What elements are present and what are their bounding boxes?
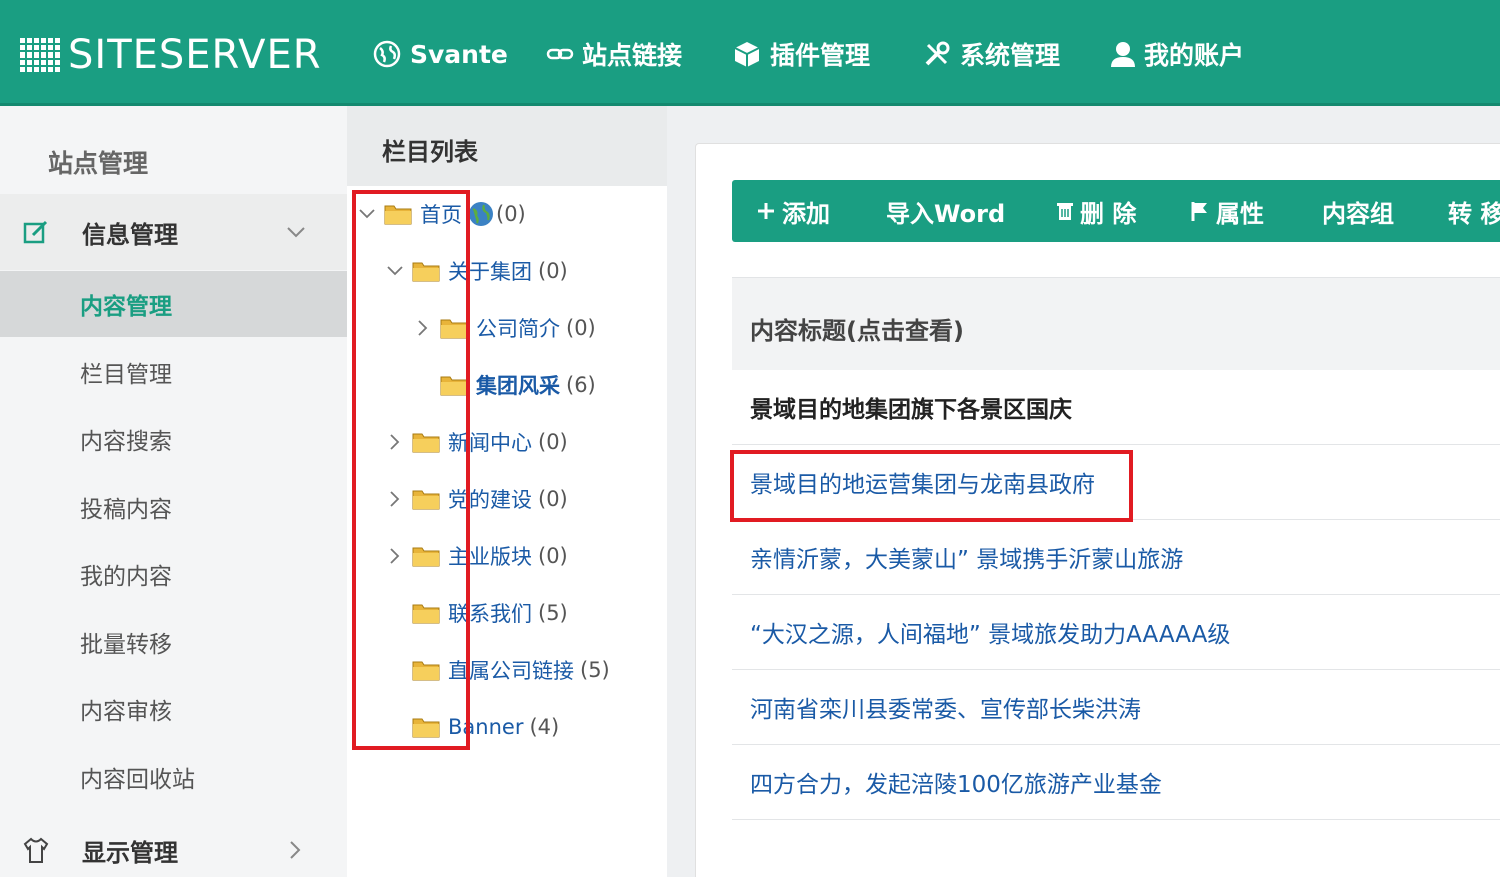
transfer-button-label: 转 移 bbox=[1448, 199, 1500, 228]
highlight-box-row bbox=[730, 450, 1133, 522]
sidebar-item-label: 内容管理 bbox=[80, 294, 172, 320]
site-logo[interactable]: SITESERVER bbox=[20, 30, 322, 80]
table-row[interactable]: 亲情沂蒙，大美蒙山” 景域携手沂蒙山旅游 bbox=[732, 520, 1500, 595]
nav-label: 插件管理 bbox=[770, 41, 871, 70]
tree-node-count: (0) bbox=[566, 316, 596, 340]
chevron-right-icon bbox=[290, 841, 301, 859]
sidebar-item-batch-transfer[interactable]: 批量转移 bbox=[0, 609, 347, 675]
transfer-button[interactable]: 转 移 bbox=[1448, 180, 1500, 242]
top-navbar: SITESERVER Svante 站点链接 插件管理 系统管理 我的账户 bbox=[0, 0, 1500, 106]
chevron-down-icon bbox=[287, 227, 305, 238]
table-header: 内容标题(点击查看) bbox=[732, 277, 1500, 370]
user-icon bbox=[1111, 42, 1135, 67]
sidebar-item-submissions[interactable]: 投稿内容 bbox=[0, 474, 347, 540]
nav-site-links[interactable]: 站点链接 bbox=[546, 34, 682, 74]
import-word-label: 导入Word bbox=[886, 199, 1006, 228]
tree-node-count: (4) bbox=[529, 715, 560, 739]
delete-button-label: 删 除 bbox=[1080, 199, 1137, 228]
content-group-button[interactable]: 内容组 bbox=[1322, 180, 1394, 242]
flag-icon bbox=[1191, 202, 1207, 221]
content-title-link[interactable]: 四方合力，发起涪陵100亿旅游产业基金 bbox=[750, 765, 1162, 799]
tree-panel-header: 栏目列表 bbox=[347, 106, 667, 186]
tree-node-count: (5) bbox=[580, 658, 610, 682]
nav-label: 站点链接 bbox=[582, 41, 683, 70]
tree-node-count: (0) bbox=[496, 202, 526, 226]
sidebar-item-my-content[interactable]: 我的内容 bbox=[0, 541, 347, 607]
properties-button[interactable]: 属性 bbox=[1190, 180, 1264, 242]
sidebar-item-label: 投稿内容 bbox=[80, 497, 172, 523]
sidebar-item-label: 内容搜索 bbox=[80, 429, 172, 455]
nav-site-svante[interactable]: Svante bbox=[372, 34, 508, 74]
tree-panel-title: 栏目列表 bbox=[382, 138, 478, 166]
sidebar-item-label: 内容回收站 bbox=[80, 767, 195, 793]
content-title-link[interactable]: 景域目的地集团旗下各景区国庆 bbox=[750, 390, 1072, 424]
cube-icon bbox=[734, 42, 760, 67]
tree-node-count: (0) bbox=[538, 544, 568, 568]
sidebar-title: 站点管理 bbox=[48, 149, 149, 178]
nav-label: 我的账户 bbox=[1144, 41, 1245, 70]
tree-node-count: (0) bbox=[538, 259, 568, 283]
tools-icon bbox=[925, 41, 950, 66]
nav-plugin-management[interactable]: 插件管理 bbox=[732, 34, 870, 74]
nav-label: 系统管理 bbox=[960, 41, 1061, 70]
globe-icon bbox=[373, 40, 401, 68]
tree-node-label: 公司简介 bbox=[476, 317, 560, 341]
tree-node-count: (6) bbox=[566, 373, 596, 397]
link-icon bbox=[546, 48, 574, 60]
properties-button-label: 属性 bbox=[1216, 199, 1264, 228]
tree-node-count: (0) bbox=[538, 430, 568, 454]
left-sidebar: 站点管理 信息管理 内容管理 栏目管理 内容搜索 投稿内容 我的内容 批量转移 … bbox=[0, 106, 347, 877]
plus-icon bbox=[758, 203, 774, 219]
nav-label: Svante bbox=[410, 39, 508, 69]
content-title-link[interactable]: 亲情沂蒙，大美蒙山” 景域携手沂蒙山旅游 bbox=[750, 540, 1183, 574]
content-title-link[interactable]: 河南省栾川县委常委、宣传部长柴洪涛 bbox=[750, 690, 1141, 724]
sidebar-item-label: 批量转移 bbox=[80, 632, 172, 658]
tree-node-count: (5) bbox=[538, 601, 568, 625]
sidebar-item-content-review[interactable]: 内容审核 bbox=[0, 676, 347, 742]
logo-grid-icon bbox=[20, 38, 60, 72]
delete-button[interactable]: 删 除 bbox=[1056, 180, 1136, 242]
sidebar-group-label: 信息管理 bbox=[82, 220, 178, 249]
import-word-button[interactable]: 导入Word bbox=[886, 180, 1005, 242]
sidebar-item-recycle-bin[interactable]: 内容回收站 bbox=[0, 744, 347, 810]
add-button-label: 添加 bbox=[782, 199, 830, 228]
sidebar-item-label: 内容审核 bbox=[80, 699, 172, 725]
sidebar-group-label: 显示管理 bbox=[82, 838, 178, 867]
tshirt-icon bbox=[23, 837, 49, 863]
add-button[interactable]: 添加 bbox=[756, 180, 830, 242]
globe-icon bbox=[469, 202, 493, 226]
table-row[interactable]: 河南省栾川县委常委、宣传部长柴洪涛 bbox=[732, 670, 1500, 745]
table-header-title: 内容标题(点击查看) bbox=[750, 317, 964, 345]
sidebar-item-content-management[interactable]: 内容管理 bbox=[0, 271, 347, 337]
sidebar-item-label: 栏目管理 bbox=[80, 362, 172, 388]
table-row[interactable]: “大汉之源，人间福地” 景域旅发助力AAAAA级 bbox=[732, 595, 1500, 670]
nav-my-account[interactable]: 我的账户 bbox=[1110, 34, 1244, 74]
content-group-label: 内容组 bbox=[1322, 199, 1394, 228]
sidebar-item-label: 我的内容 bbox=[80, 564, 172, 590]
nav-system-management[interactable]: 系统管理 bbox=[922, 34, 1060, 74]
sidebar-item-column-management[interactable]: 栏目管理 bbox=[0, 339, 347, 405]
trash-icon bbox=[1057, 203, 1073, 220]
tree-node-count: (0) bbox=[538, 487, 568, 511]
logo-text: SITESERVER bbox=[68, 32, 322, 78]
sidebar-item-content-search[interactable]: 内容搜索 bbox=[0, 406, 347, 472]
content-toolbar: 添加 导入Word 删 除 属性 内容组 转 移 bbox=[732, 180, 1500, 242]
tree-node-label: 集团风采 bbox=[476, 374, 560, 398]
table-row[interactable]: 四方合力，发起涪陵100亿旅游产业基金 bbox=[732, 745, 1500, 820]
edit-icon bbox=[23, 220, 48, 244]
sidebar-group-display-management[interactable]: 显示管理 bbox=[0, 818, 347, 877]
content-title-link[interactable]: “大汉之源，人间福地” 景域旅发助力AAAAA级 bbox=[750, 615, 1230, 649]
sidebar-group-info-management[interactable]: 信息管理 bbox=[0, 194, 347, 270]
table-row[interactable]: 景域目的地集团旗下各景区国庆 bbox=[732, 370, 1500, 445]
highlight-box-tree bbox=[352, 190, 470, 750]
